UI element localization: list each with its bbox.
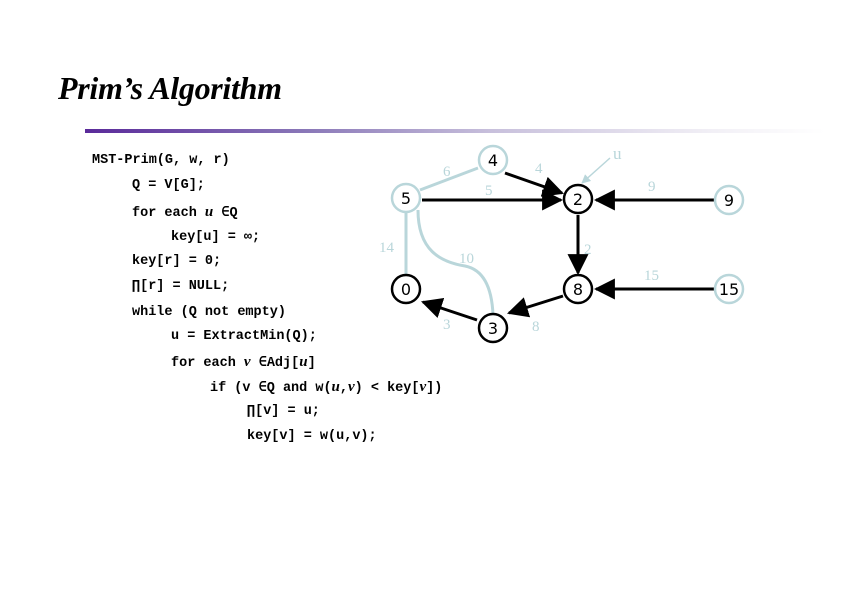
graph-diagram: 6 4 5 9 14 10 2 15 3 8 u 4 5 2 9 0 8 15 … — [379, 144, 745, 344]
weight-5-4: 6 — [443, 164, 451, 180]
weight-3-0: 3 — [443, 317, 451, 333]
weight-5-2: 5 — [485, 183, 493, 199]
node-label: 0 — [401, 280, 411, 299]
edge-4-2 — [504, 171, 564, 197]
node-label: 9 — [724, 191, 734, 210]
weight-8-3: 8 — [532, 319, 540, 335]
edge-5-3 — [416, 209, 495, 316]
u-pointer — [581, 157, 611, 184]
node-2: 2 — [562, 183, 594, 215]
weight-5-3: 10 — [459, 251, 474, 267]
weight-15-8: 15 — [644, 268, 659, 284]
edge-8-3 — [506, 294, 564, 318]
weight-5-0: 14 — [379, 240, 395, 256]
pointer-label-u: u — [613, 144, 622, 163]
node-4: 4 — [477, 144, 509, 176]
node-9: 9 — [713, 184, 745, 216]
weight-9-2: 9 — [648, 179, 656, 195]
node-label: 8 — [573, 280, 583, 299]
node-label: 4 — [488, 151, 498, 170]
weight-2-8: 2 — [584, 242, 592, 258]
node-8: 8 — [562, 273, 594, 305]
node-3: 3 — [477, 312, 509, 344]
node-label: 5 — [401, 189, 411, 208]
node-label: 15 — [719, 280, 739, 299]
node-15: 15 — [713, 273, 745, 305]
node-label: 2 — [573, 190, 583, 209]
node-5: 5 — [390, 182, 422, 214]
node-label: 3 — [488, 319, 498, 338]
node-0: 0 — [390, 273, 422, 305]
weight-4-2: 4 — [535, 161, 543, 177]
